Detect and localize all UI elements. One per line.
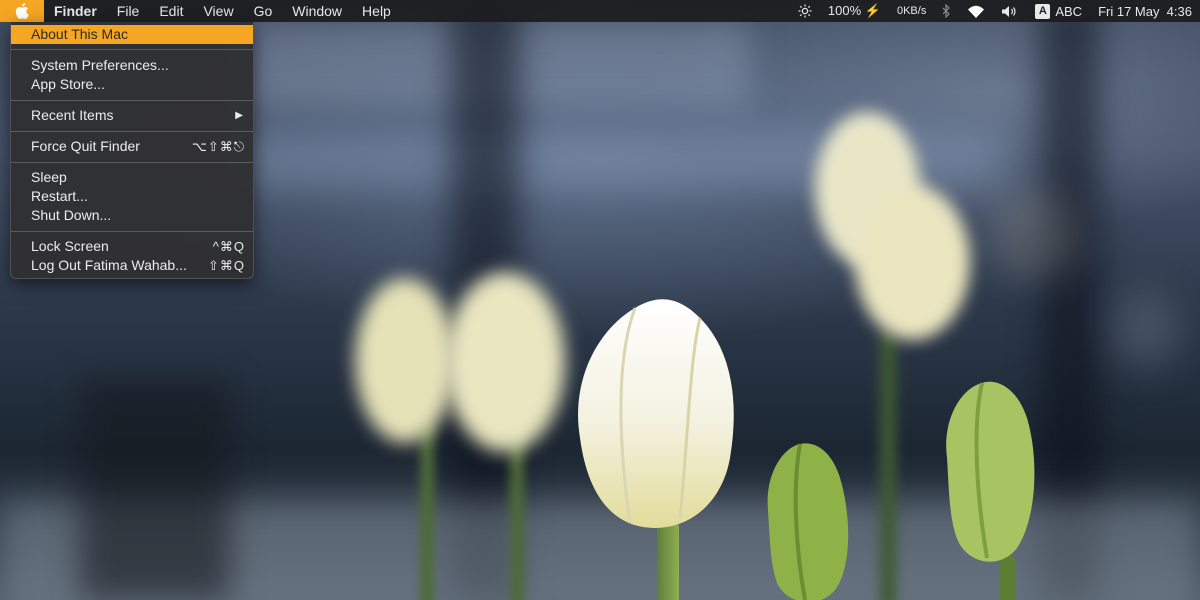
menu-separator [11, 100, 253, 101]
menu-item-label: Lock Screen [31, 238, 109, 254]
menu-item-sleep[interactable]: Sleep [11, 168, 253, 187]
menu-item-label: Shut Down... [31, 207, 112, 223]
apple-logo-icon [15, 3, 29, 19]
bluetooth-icon[interactable] [934, 0, 959, 22]
menu-help[interactable]: Help [352, 0, 401, 22]
menu-item-shortcut: ⌥⇧⌘⎋ [191, 139, 245, 154]
menu-item-shortcut: ⇧⌘Q [207, 258, 245, 273]
menu-separator [11, 231, 253, 232]
menu-file[interactable]: File [107, 0, 150, 22]
menu-separator [11, 131, 253, 132]
menu-item-app-store[interactable]: App Store... [11, 75, 253, 94]
menu-item-label: App Store... [31, 76, 105, 92]
menu-separator [11, 49, 253, 50]
menu-separator [11, 162, 253, 163]
input-source-label: ABC [1055, 3, 1083, 19]
menu-finder[interactable]: Finder [44, 0, 107, 22]
menu-item-label: Restart... [31, 188, 88, 204]
network-speed[interactable]: 0KB/s [889, 0, 934, 22]
menu-item-system-preferences[interactable]: System Preferences... [11, 56, 253, 75]
menu-item-label: Sleep [31, 169, 67, 185]
menubar-clock[interactable]: Fri 17 May 4:36 [1090, 0, 1200, 22]
menu-edit[interactable]: Edit [149, 0, 193, 22]
volume-icon[interactable] [993, 0, 1027, 22]
menu-item-shortcut: ^⌘Q [212, 239, 245, 254]
wifi-icon[interactable] [959, 0, 993, 22]
menu-view[interactable]: View [193, 0, 243, 22]
menu-item-lock-screen[interactable]: Lock Screen ^⌘Q [11, 237, 253, 256]
menu-bar: Finder File Edit View Go Window Help 100… [0, 0, 1200, 22]
apple-menu-button[interactable] [0, 0, 44, 22]
menu-item-label: About This Mac [31, 26, 129, 42]
battery-status[interactable]: 100% ⚡ [820, 0, 889, 22]
menu-item-label: System Preferences... [31, 57, 169, 73]
menu-item-label: Recent Items [31, 107, 114, 123]
apple-menu-dropdown: About This Mac System Preferences... App… [10, 22, 254, 279]
menu-item-restart[interactable]: Restart... [11, 187, 253, 206]
menu-item-shut-down[interactable]: Shut Down... [11, 206, 253, 225]
menu-item-about-this-mac[interactable]: About This Mac [11, 25, 253, 44]
menu-item-recent-items[interactable]: Recent Items ▶ [11, 106, 253, 125]
menu-item-force-quit[interactable]: Force Quit Finder ⌥⇧⌘⎋ [11, 137, 253, 156]
brightness-icon[interactable] [790, 0, 820, 22]
menu-item-label: Force Quit Finder [31, 138, 140, 154]
input-source-badge: A [1035, 3, 1051, 19]
menu-item-log-out[interactable]: Log Out Fatima Wahab... ⇧⌘Q [11, 256, 253, 275]
menu-window[interactable]: Window [282, 0, 352, 22]
menu-go[interactable]: Go [244, 0, 283, 22]
status-area: 100% ⚡ 0KB/s A ABC Fri 17 May 4:36 [790, 0, 1200, 22]
submenu-arrow-icon: ▶ [235, 110, 243, 121]
input-source-menu[interactable]: A ABC [1027, 0, 1090, 22]
menu-item-label: Log Out Fatima Wahab... [31, 257, 187, 273]
